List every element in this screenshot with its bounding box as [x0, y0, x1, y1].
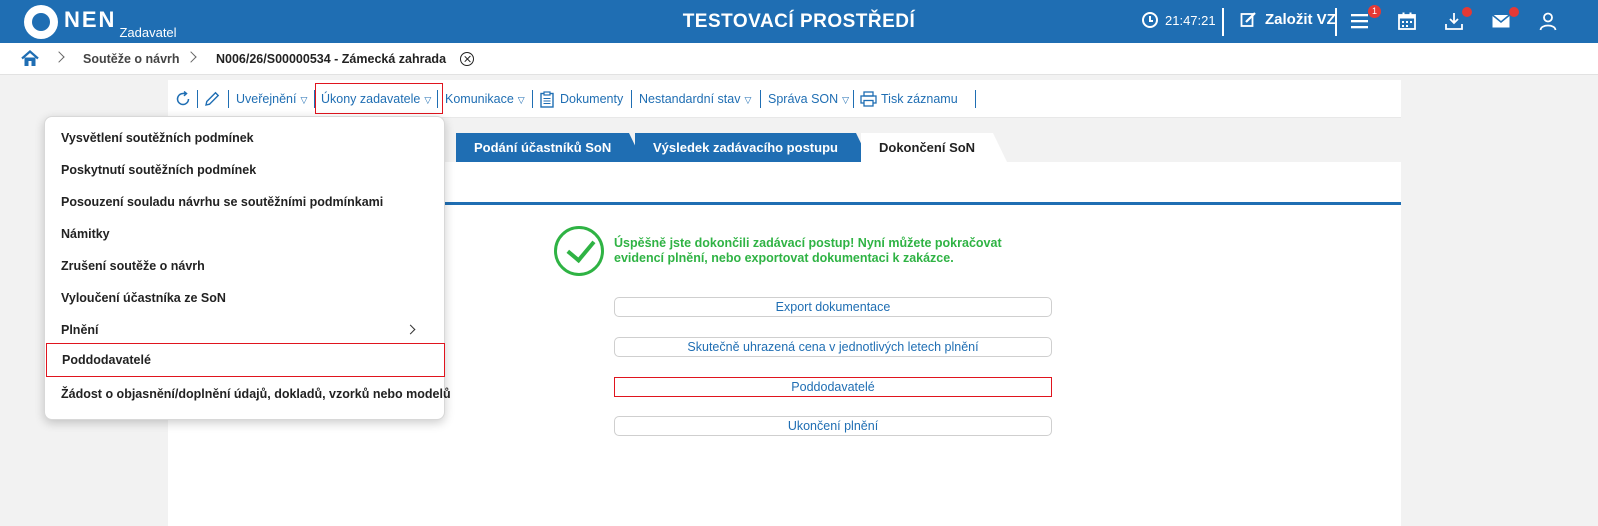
toolbar-divider [975, 90, 976, 108]
session-clock: 21:47:21 [1142, 12, 1216, 28]
tab-content-divider [440, 202, 1401, 205]
tab-vysledek-zadavaciho-postupu[interactable]: Výsledek zadávacího postupu [635, 133, 870, 162]
logo-text: NEN [64, 7, 117, 32]
mail-icon[interactable] [1491, 7, 1519, 33]
chevron-down-icon: ▽ [744, 95, 752, 105]
create-vz-label: Založit VZ [1265, 11, 1336, 28]
checkmark-circle-icon [554, 226, 604, 276]
download-notification-dot [1462, 7, 1472, 17]
menu-item-poskytnuti[interactable]: Poskytnutí soutěžních podmínek [45, 155, 444, 185]
download-icon[interactable] [1444, 7, 1472, 33]
skutecne-uhrazena-cena-button[interactable]: Skutečně uhrazená cena v jednotlivých le… [614, 337, 1052, 357]
clock-icon [1142, 12, 1158, 28]
chevron-right-icon [405, 324, 416, 335]
action-toolbar: Uveřejnění ▽ Úkony zadavatele ▽ Komunikace… [168, 80, 1401, 118]
toolbar-divider [314, 90, 315, 108]
menu-item-posouzeni-souladu[interactable]: Posouzení souladu návrhu se soutěžními p… [45, 187, 444, 217]
logo-circle-icon [24, 5, 58, 39]
clock-time: 21:47:21 [1165, 12, 1216, 28]
mail-notification-dot [1509, 7, 1519, 17]
calendar-icon[interactable] [1397, 11, 1419, 33]
top-header: NEN Zadavatel TESTOVACÍ PROSTŘEDÍ 21:47:… [0, 0, 1598, 43]
tab-dokonceni-son[interactable]: Dokončení SoN [861, 133, 1008, 162]
chevron-down-icon: ▽ [517, 95, 525, 105]
toolbar-sprava-son[interactable]: Správa SON ▽ [768, 92, 849, 106]
close-tab-icon[interactable] [460, 52, 474, 66]
menu-item-plneni[interactable]: Plnění [45, 315, 444, 345]
toolbar-divider [631, 90, 632, 108]
menu-item-vysvetleni[interactable]: Vysvětlení soutěžních podmínek [45, 123, 444, 153]
toolbar-dokumenty[interactable]: Dokumenty [560, 92, 623, 106]
menu-item-zadost-o-objasneni[interactable]: Žádost o objasnění/doplnění údajů, dokla… [45, 379, 451, 409]
ukony-zadavatele-dropdown: Vysvětlení soutěžních podmínek Poskytnut… [44, 116, 451, 420]
clipboard-icon[interactable] [540, 91, 554, 111]
edit-icon [1240, 12, 1256, 27]
toolbar-tisk-zaznamu[interactable]: Tisk záznamu [881, 92, 958, 106]
chevron-down-icon: ▽ [424, 95, 432, 105]
user-icon[interactable] [1538, 11, 1560, 33]
menu-item-vylouceni-ucastnika[interactable]: Vyloučení účastníka ze SoN [45, 283, 444, 313]
poddodavatele-button[interactable]: Poddodavatelé [614, 377, 1052, 397]
toolbar-nestandardni-stav[interactable]: Nestandardní stav ▽ [639, 92, 751, 106]
toolbar-divider [853, 90, 854, 108]
export-dokumentace-button[interactable]: Export dokumentace [614, 297, 1052, 317]
home-icon[interactable] [21, 50, 39, 70]
logo-role: Zadavatel [119, 25, 177, 40]
menu-badge: 1 [1368, 5, 1381, 18]
toolbar-divider [532, 90, 533, 108]
menu-icon[interactable]: 1 [1350, 5, 1381, 33]
toolbar-divider [228, 90, 229, 108]
refresh-icon[interactable] [175, 90, 191, 110]
ukonceni-plneni-button[interactable]: Ukončení plnění [614, 416, 1052, 436]
menu-item-namitky[interactable]: Námitky [45, 219, 444, 249]
chevron-right-icon [53, 51, 65, 63]
chevron-down-icon: ▽ [842, 95, 850, 105]
chevron-down-icon: ▽ [300, 95, 308, 105]
menu-item-zruseni-souteze[interactable]: Zrušení soutěže o návrh [45, 251, 444, 281]
menu-item-poddodavatele[interactable]: Poddodavatelé [46, 343, 445, 377]
printer-icon[interactable] [860, 91, 877, 110]
nen-logo[interactable]: NEN Zadavatel [24, 5, 177, 40]
tab-podani-ucastniku[interactable]: Podání účastníků SoN [456, 133, 644, 162]
header-divider [1335, 8, 1337, 36]
toolbar-divider [760, 90, 761, 108]
toolbar-divider [197, 90, 198, 108]
header-divider [1222, 8, 1224, 36]
chevron-right-icon [185, 51, 197, 63]
toolbar-divider [437, 90, 438, 108]
toolbar-komunikace[interactable]: Komunikace ▽ [445, 92, 525, 106]
success-message: Úspěšně jste dokončili zadávací postup! … [614, 236, 1002, 265]
breadcrumb: Soutěže o návrh N006/26/S00000534 - Záme… [0, 43, 1598, 75]
pencil-icon[interactable] [204, 91, 220, 110]
breadcrumb-current: N006/26/S00000534 - Zámecká zahrada [216, 52, 447, 66]
create-vz-button[interactable]: Založit VZ [1240, 11, 1336, 28]
toolbar-uverejneni[interactable]: Uveřejnění ▽ [236, 92, 307, 106]
toolbar-ukony-zadavatele[interactable]: Úkony zadavatele ▽ [321, 92, 431, 106]
breadcrumb-link-soutez[interactable]: Soutěže o návrh [83, 52, 180, 66]
